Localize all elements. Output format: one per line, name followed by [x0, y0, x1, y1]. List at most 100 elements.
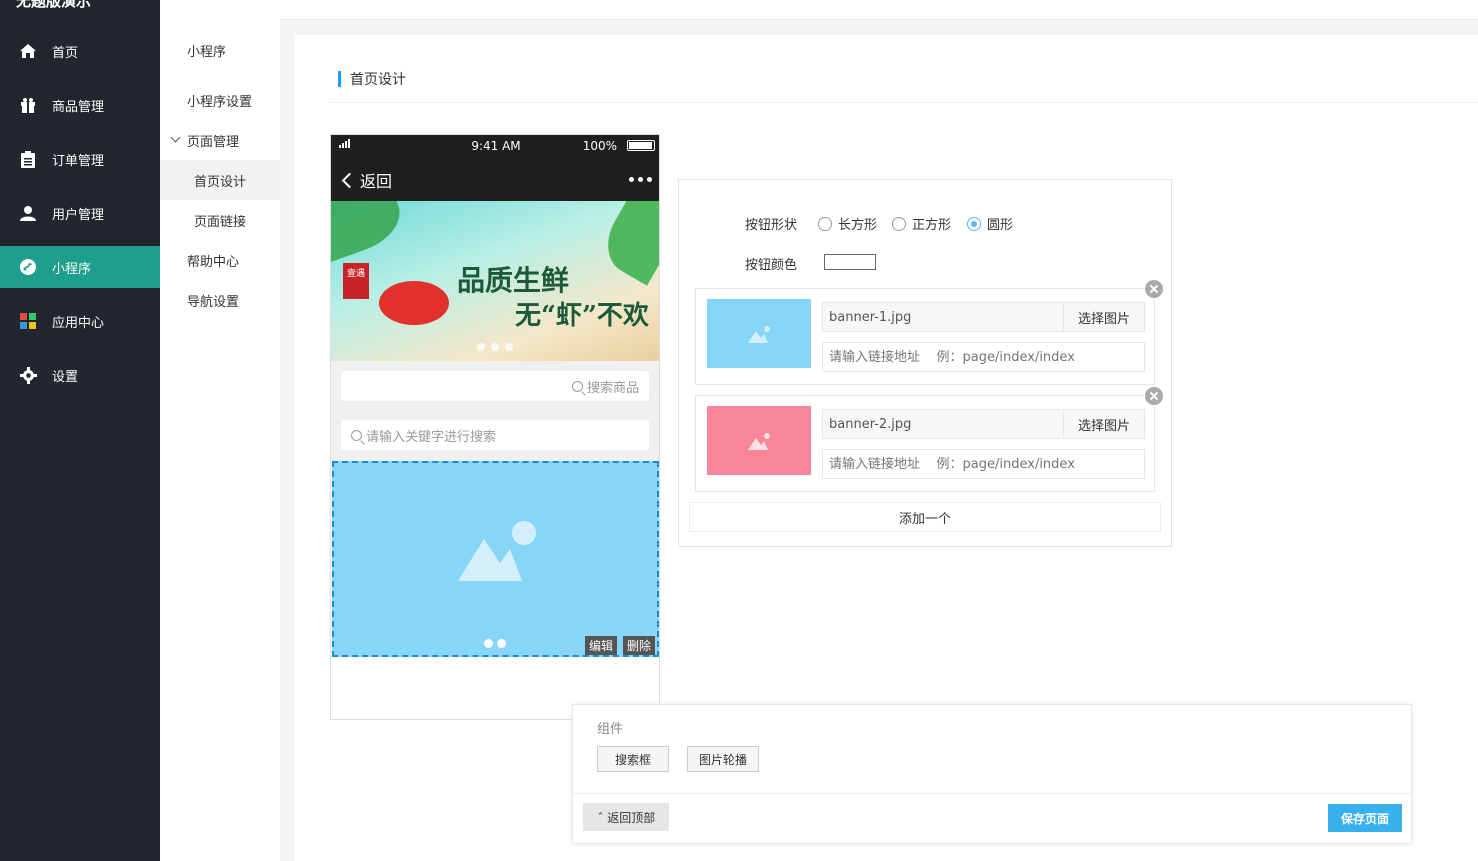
delete-button[interactable]: 删除 — [622, 636, 655, 655]
brand-seal: 壹遇 — [343, 263, 369, 299]
banner-headline: 品质生鲜 — [457, 264, 570, 297]
choose-image-button[interactable]: 选择图片 — [1063, 409, 1145, 439]
home-icon — [18, 41, 38, 61]
radio-label: 正方形 — [912, 218, 952, 233]
submenu-item-page-management[interactable]: 页面管理 — [160, 120, 280, 160]
radio-icon — [967, 216, 981, 231]
image-placeholder-icon — [458, 521, 536, 581]
user-icon — [18, 203, 38, 223]
sidebar-item-label: 用户管理 — [52, 207, 105, 223]
page-header: 首页设计 — [338, 71, 406, 88]
close-icon[interactable] — [1143, 385, 1165, 407]
add-carousel-component-button[interactable]: 图片轮播 — [687, 746, 759, 772]
phone-nav-bar: 返回 — [331, 157, 659, 201]
sidebar-item-orders[interactable]: 订单管理 — [0, 138, 160, 180]
choose-image-button[interactable]: 选择图片 — [1063, 302, 1145, 332]
chevron-down-icon — [170, 132, 181, 143]
submenu-item-help-center[interactable]: 帮助中心 — [160, 240, 280, 280]
leaf-decoration — [595, 201, 659, 286]
back-label: 返回 — [360, 172, 393, 191]
shape-label: 按钮形状 — [745, 218, 798, 233]
search-component: 搜索商品 — [331, 361, 659, 411]
sidebar-item-label: 商品管理 — [52, 99, 105, 115]
search-icon — [571, 380, 583, 392]
banner-subheadline: 无“虾”不欢 — [515, 301, 649, 331]
sidebar-item-label: 应用中心 — [52, 315, 105, 331]
top-bar — [160, 0, 1478, 20]
image-placeholder-icon — [748, 432, 770, 450]
components-label: 组件 — [597, 722, 624, 737]
close-icon[interactable] — [1143, 278, 1165, 300]
submenu-item-home-design[interactable]: 首页设计 — [160, 160, 280, 200]
miniprogram-icon — [18, 257, 38, 277]
sidebar-item-users[interactable]: 用户管理 — [0, 192, 160, 234]
color-label: 按钮颜色 — [745, 258, 798, 273]
clipboard-icon — [18, 149, 38, 169]
banner-image: 壹遇 品质生鲜 无“虾”不欢 — [331, 201, 659, 361]
leaf-decoration — [331, 201, 409, 265]
radio-label: 长方形 — [838, 218, 878, 233]
battery-percent: 100% — [582, 139, 617, 153]
add-search-component-button[interactable]: 搜索框 — [597, 746, 669, 772]
more-icon[interactable] — [629, 177, 652, 182]
sidebar-item-settings[interactable]: 设置 — [0, 354, 160, 396]
add-item-button[interactable]: 添加一个 — [689, 502, 1161, 532]
shape-radio-rectangle[interactable]: 长方形 — [818, 214, 877, 233]
sidebar-item-apps[interactable]: 应用中心 — [0, 300, 160, 342]
carousel-settings-panel: 按钮形状 长方形 正方形 圆形 按钮颜色 banner-1.jpg 选择图片 b… — [678, 179, 1172, 547]
chevron-up-icon: ⌃ — [596, 812, 605, 822]
submenu-item-page-links[interactable]: 页面链接 — [160, 200, 280, 240]
shape-radio-square[interactable]: 正方形 — [892, 214, 951, 233]
radio-icon — [818, 216, 832, 231]
sidebar-item-label: 订单管理 — [52, 153, 105, 169]
keyword-placeholder: 请输入关键字进行搜索 — [366, 429, 497, 445]
banner-pagination — [477, 343, 513, 351]
search-box[interactable]: 搜索商品 — [341, 371, 649, 401]
brand-title: 无题版演示 — [16, 0, 92, 10]
sidebar-item-label: 小程序 — [52, 261, 92, 277]
item-thumbnail — [707, 406, 811, 475]
back-button[interactable]: 返回 — [341, 168, 392, 192]
gear-icon — [18, 365, 38, 385]
carousel-item-card: banner-2.jpg 选择图片 — [695, 385, 1165, 492]
edit-button[interactable]: 编辑 — [584, 636, 617, 655]
submenu-item-label: 页面管理 — [187, 134, 240, 150]
back-to-top-button[interactable]: ⌃ 返回顶部 — [583, 803, 669, 831]
carousel-component-selected[interactable]: 编辑 删除 — [332, 461, 659, 657]
link-url-input[interactable] — [822, 342, 1145, 372]
header-divider — [330, 102, 1478, 103]
secondary-menu: 小程序 小程序设置 页面管理 首页设计 页面链接 帮助中心 导航设置 — [160, 0, 280, 861]
battery-icon — [627, 140, 655, 151]
back-to-top-label: 返回顶部 — [607, 810, 656, 825]
carousel-item-card: banner-1.jpg 选择图片 — [695, 278, 1165, 385]
gift-icon — [18, 95, 38, 115]
sidebar-item-products[interactable]: 商品管理 — [0, 84, 160, 126]
phone-preview: 9:41 AM 100% 返回 壹遇 品质生鲜 无“虾”不欢 搜索商品 请输入关… — [330, 134, 660, 720]
keyword-search-box[interactable]: 请输入关键字进行搜索 — [341, 420, 649, 450]
file-name-field: banner-2.jpg — [822, 409, 1064, 439]
link-url-input[interactable] — [822, 449, 1145, 479]
search-placeholder: 搜索商品 — [586, 380, 639, 396]
title-accent-bar — [338, 71, 341, 87]
sidebar-item-home[interactable]: 首页 — [0, 30, 160, 72]
sidebar-item-label: 首页 — [52, 45, 79, 61]
submenu-item-miniprogram[interactable]: 小程序 — [160, 30, 280, 70]
phone-status-bar: 9:41 AM 100% — [331, 135, 659, 157]
component-actions: 编辑 删除 — [584, 636, 655, 655]
save-page-button[interactable]: 保存页面 — [1328, 804, 1402, 832]
item-thumbnail — [707, 299, 811, 368]
page-title: 首页设计 — [350, 72, 406, 88]
lobster-illustration — [379, 281, 449, 325]
button-color-picker[interactable] — [824, 254, 876, 270]
main-sidebar: 无题版演示 首页 商品管理 订单管理 用户管理 小程序 应用中心 设置 — [0, 0, 160, 861]
radio-label: 圆形 — [987, 218, 1014, 233]
apps-icon — [18, 311, 38, 331]
submenu-item-nav-settings[interactable]: 导航设置 — [160, 280, 280, 320]
shape-radio-circle[interactable]: 圆形 — [967, 214, 1013, 233]
file-name-field: banner-1.jpg — [822, 302, 1064, 332]
drawer-divider — [573, 793, 1411, 794]
sidebar-item-miniprogram[interactable]: 小程序 — [0, 246, 160, 288]
submenu-item-miniprogram-settings[interactable]: 小程序设置 — [160, 80, 280, 120]
keyword-search-component: 请输入关键字进行搜索 — [331, 411, 659, 461]
image-placeholder-icon — [748, 325, 770, 343]
